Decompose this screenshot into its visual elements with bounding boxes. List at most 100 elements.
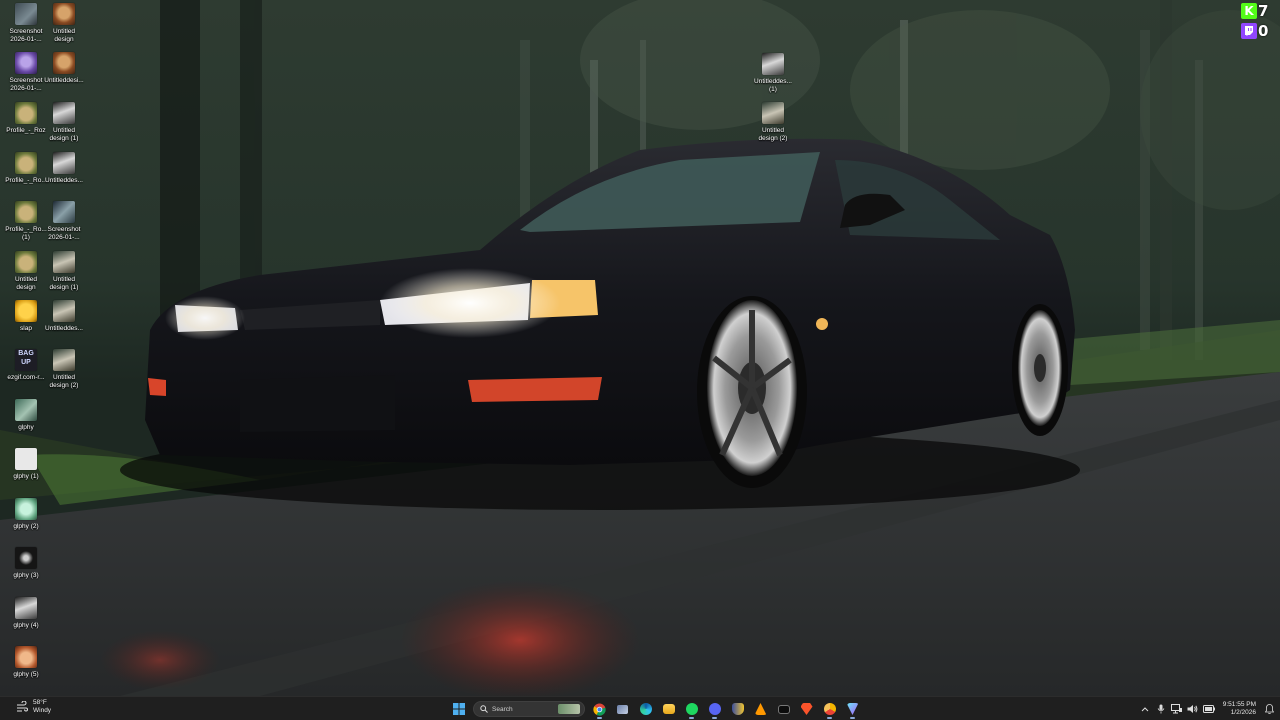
shield-app-taskbar-button[interactable] bbox=[729, 699, 746, 719]
chrome-icon bbox=[593, 702, 606, 716]
desktop-icon-glphy-file[interactable]: glphy (3) bbox=[2, 544, 50, 593]
desktop-icon-label: Untitled design bbox=[52, 28, 76, 43]
edge-taskbar-button[interactable] bbox=[637, 699, 654, 719]
windows-icon bbox=[452, 703, 465, 715]
desktop-icon-label: glphy bbox=[18, 424, 34, 431]
desktop-icon-untitled-design-file[interactable]: Untitled design (1) bbox=[40, 99, 88, 148]
chrome-canary-icon bbox=[823, 703, 836, 715]
desktop-icon-label: Untitled design (2) bbox=[49, 374, 79, 389]
weather-condition: Windy bbox=[33, 707, 52, 714]
chrome-taskbar-button[interactable] bbox=[591, 699, 608, 719]
file-thumbnail-icon: BAG UP bbox=[15, 349, 37, 371]
task-view-icon bbox=[617, 704, 628, 714]
desktop-icon-untitled-design-file[interactable]: Untitleddesi... bbox=[40, 49, 88, 98]
file-thumbnail-icon bbox=[15, 448, 37, 470]
file-thumbnail-icon bbox=[53, 152, 75, 174]
desktop-icon-screenshot-file[interactable]: Screenshot 2026-01-... bbox=[40, 198, 88, 247]
file-thumbnail-icon bbox=[762, 53, 784, 75]
file-thumbnail-icon bbox=[15, 3, 37, 25]
file-explorer-taskbar-button[interactable] bbox=[660, 699, 677, 719]
brave-icon bbox=[800, 703, 813, 715]
desktop-icon-untitled-design-file[interactable]: Untitleddes... bbox=[40, 297, 88, 346]
desktop-icon-label: Untitled design (2) bbox=[758, 127, 788, 142]
kick-viewer-count: 7 bbox=[1258, 2, 1269, 20]
terminal-icon bbox=[777, 704, 790, 714]
file-thumbnail-icon bbox=[15, 646, 37, 668]
terminal-taskbar-button[interactable] bbox=[775, 699, 792, 719]
desktop-icon-label: Untitleddes... (1) bbox=[754, 78, 792, 93]
weather-widget[interactable]: 58°F Windy bbox=[16, 699, 51, 715]
search-placeholder: Search bbox=[492, 705, 513, 713]
desktop-icon-label: Untitleddes... bbox=[45, 177, 83, 184]
weather-temperature: 58°F bbox=[33, 699, 47, 706]
file-thumbnail-icon bbox=[53, 349, 75, 371]
volume-tray-button[interactable] bbox=[1187, 703, 1199, 715]
search-icon bbox=[480, 705, 488, 713]
discord-taskbar-button[interactable] bbox=[706, 699, 723, 719]
vpn-taskbar-button[interactable] bbox=[844, 699, 861, 719]
twitch-viewer-count: 0 bbox=[1258, 22, 1269, 40]
start-button[interactable] bbox=[450, 699, 467, 719]
file-thumbnail-icon bbox=[15, 201, 37, 223]
file-thumbnail-icon bbox=[15, 251, 37, 273]
taskbar-search[interactable]: Search bbox=[473, 701, 585, 717]
desktop-icon-label: Untitleddes... bbox=[45, 325, 83, 332]
desktop-icon-glphy-file[interactable]: glphy (4) bbox=[2, 594, 50, 643]
file-thumbnail-icon bbox=[762, 102, 784, 124]
file-thumbnail-icon bbox=[15, 300, 37, 322]
thumbnail-badge-text: BAG UP bbox=[18, 350, 34, 366]
file-thumbnail-icon bbox=[15, 547, 37, 569]
show-hidden-icons-button[interactable] bbox=[1139, 703, 1151, 715]
desktop-icon-untitled-design-file[interactable]: Untitled design (2) bbox=[40, 346, 88, 395]
desktop-icon-untitled-design-file[interactable]: Untitled design bbox=[40, 0, 88, 49]
desktop-icon-glphy-file[interactable]: glphy (2) bbox=[2, 495, 50, 544]
desktop-icon-untitled-design-file[interactable]: Untitleddes... (1) bbox=[749, 50, 797, 99]
desktop-icon-untitled-design-file[interactable]: Untitled design (1) bbox=[40, 248, 88, 297]
desktop-icon-label: glphy (1) bbox=[13, 473, 39, 480]
sublime-text-icon bbox=[754, 703, 767, 715]
discord-icon bbox=[708, 703, 721, 715]
desktop-icon-label: Untitleddesi... bbox=[44, 77, 84, 84]
sublime-taskbar-button[interactable] bbox=[752, 699, 769, 719]
desktop-icon-glphy-file[interactable]: glphy (5) bbox=[2, 643, 50, 692]
notifications-button[interactable] bbox=[1262, 702, 1276, 716]
taskbar-clock[interactable]: 9:51:55 PM 1/2/2026 bbox=[1223, 701, 1256, 717]
brave-taskbar-button[interactable] bbox=[798, 699, 815, 719]
spotify-icon bbox=[685, 703, 698, 715]
vpn-icon bbox=[846, 703, 859, 715]
taskbar-apps: Search bbox=[450, 697, 861, 720]
wallpaper-car-photo bbox=[0, 0, 1280, 696]
file-thumbnail-icon bbox=[53, 201, 75, 223]
twitch-icon bbox=[1241, 23, 1257, 39]
file-thumbnail-icon bbox=[15, 498, 37, 520]
desktop-icon-label: glphy (2) bbox=[13, 523, 39, 530]
desktop-icon-label: Untitled design (1) bbox=[49, 127, 79, 142]
wind-icon bbox=[17, 701, 28, 712]
shield-icon bbox=[731, 703, 744, 715]
desktop-icon-glphy-file[interactable]: glphy (1) bbox=[2, 445, 50, 494]
monitor-network-icon bbox=[1171, 704, 1183, 714]
task-view-button[interactable] bbox=[614, 699, 631, 719]
desktop-icon-label: Untitled design (1) bbox=[49, 276, 79, 291]
chrome-canary-taskbar-button[interactable] bbox=[821, 699, 838, 719]
desktop-icon-label: glphy (3) bbox=[13, 572, 39, 579]
chevron-up-icon bbox=[1141, 707, 1149, 712]
file-thumbnail-icon bbox=[53, 3, 75, 25]
clock-date: 1/2/2026 bbox=[1230, 709, 1256, 716]
file-thumbnail-icon bbox=[15, 52, 37, 74]
microphone-tray-button[interactable] bbox=[1155, 703, 1167, 715]
file-thumbnail-icon bbox=[53, 300, 75, 322]
spotify-taskbar-button[interactable] bbox=[683, 699, 700, 719]
bell-icon bbox=[1264, 704, 1274, 714]
edge-icon bbox=[639, 703, 652, 715]
clock-time: 9:51:55 PM bbox=[1222, 701, 1256, 708]
twitch-viewer-counter: 0 bbox=[1241, 22, 1280, 40]
desktop[interactable]: Screenshot 2026-01-... Untitled design Scr… bbox=[0, 0, 1280, 696]
battery-tray-button[interactable] bbox=[1202, 703, 1215, 715]
network-tray-button[interactable] bbox=[1171, 703, 1183, 715]
desktop-icon-glphy-file[interactable]: glphy bbox=[2, 396, 50, 445]
file-thumbnail-icon bbox=[53, 251, 75, 273]
desktop-icon-untitled-design-file[interactable]: Untitleddes... bbox=[40, 149, 88, 198]
battery-icon bbox=[1202, 705, 1215, 713]
desktop-icon-untitled-design-file[interactable]: Untitled design (2) bbox=[749, 99, 797, 148]
